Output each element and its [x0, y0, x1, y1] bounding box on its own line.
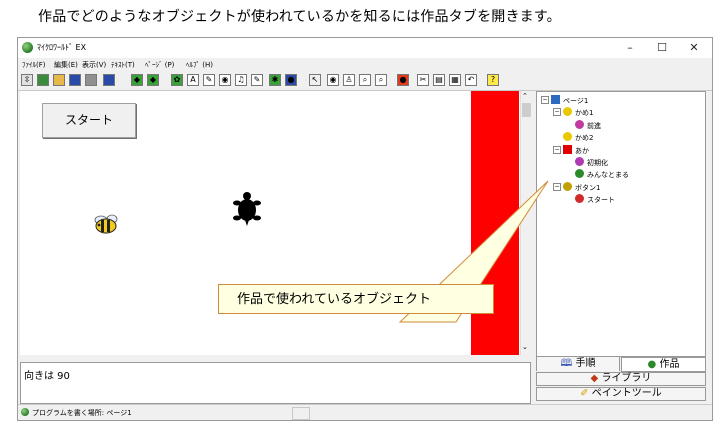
callout-pointer	[398, 180, 549, 323]
callout-box: 作品で使われているオブジェクト	[218, 284, 494, 314]
callout-text: 作品で使われているオブジェクト	[237, 292, 431, 307]
